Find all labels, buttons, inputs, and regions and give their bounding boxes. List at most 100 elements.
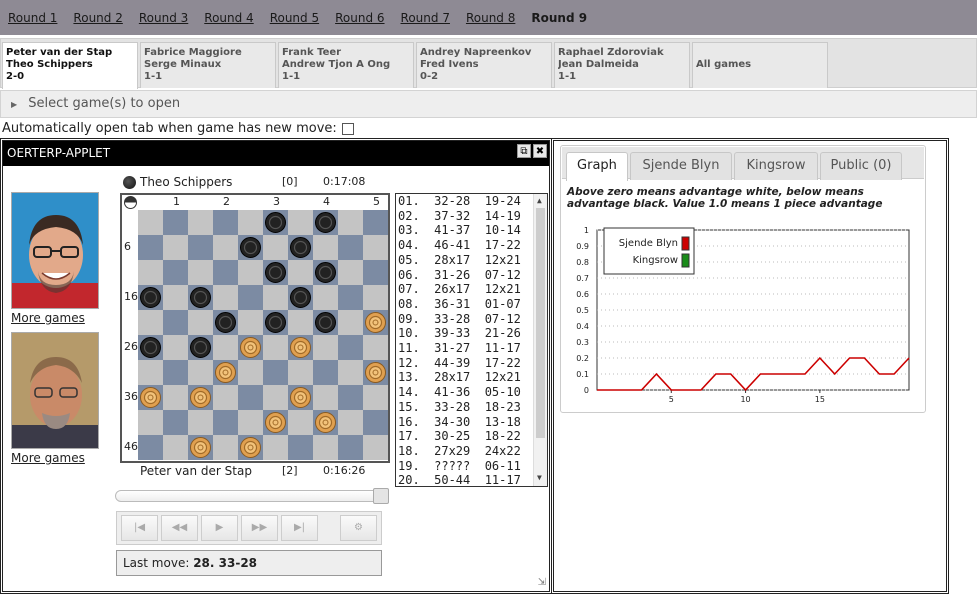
previous-move-button[interactable]: ◀◀ [161, 515, 198, 541]
move-row[interactable]: 19. ????? 06-11 [398, 459, 547, 474]
board-square-dark[interactable] [338, 435, 363, 460]
round-tab-7[interactable]: Round 7 [401, 11, 450, 25]
black-piece[interactable] [315, 262, 336, 283]
board-square-dark[interactable] [263, 360, 288, 385]
board-square-dark[interactable] [338, 285, 363, 310]
white-piece[interactable] [240, 337, 261, 358]
board-square-dark[interactable] [288, 435, 313, 460]
white-piece[interactable] [140, 387, 161, 408]
white-piece[interactable] [265, 412, 286, 433]
game-tab-2[interactable]: Fabrice Maggiore Serge Minaux 1-1 [140, 42, 276, 88]
play-button[interactable]: ▶ [201, 515, 238, 541]
board-square-dark[interactable] [338, 385, 363, 410]
white-piece[interactable] [215, 362, 236, 383]
board-square-dark[interactable] [363, 210, 388, 235]
board-square-dark[interactable] [213, 260, 238, 285]
black-piece[interactable] [315, 212, 336, 233]
move-row[interactable]: 13. 28x17 12x21 [398, 370, 547, 385]
move-row[interactable]: 15. 33-28 18-23 [398, 400, 547, 415]
move-row[interactable]: 03. 41-37 10-14 [398, 223, 547, 238]
move-row[interactable]: 20. 50-44 11-17 [398, 473, 547, 486]
more-games-link-white[interactable]: More games [11, 451, 85, 465]
graph-tab-2[interactable]: Sjende Blyn [630, 152, 732, 180]
more-games-link-black[interactable]: More games [11, 311, 85, 325]
black-piece[interactable] [290, 287, 311, 308]
black-piece[interactable] [215, 312, 236, 333]
move-slider[interactable] [115, 488, 389, 504]
black-piece[interactable] [265, 212, 286, 233]
game-tab-6[interactable]: All games [692, 42, 828, 88]
white-piece[interactable] [365, 362, 386, 383]
board-square-dark[interactable] [363, 410, 388, 435]
black-piece[interactable] [140, 287, 161, 308]
white-piece[interactable] [190, 437, 211, 458]
graph-tab-3[interactable]: Kingsrow [734, 152, 818, 180]
board-square-dark[interactable] [163, 210, 188, 235]
move-row[interactable]: 05. 28x17 12x21 [398, 253, 547, 268]
board-square-dark[interactable] [138, 235, 163, 260]
black-piece[interactable] [190, 337, 211, 358]
board-square-dark[interactable] [213, 210, 238, 235]
round-tab-9[interactable]: Round 9 [531, 11, 587, 25]
board-square-dark[interactable] [363, 260, 388, 285]
game-tab-1[interactable]: Peter van der Stap Theo Schippers 2-0 [2, 42, 138, 89]
black-piece[interactable] [190, 287, 211, 308]
move-row[interactable]: 16. 34-30 13-18 [398, 415, 547, 430]
round-tab-2[interactable]: Round 2 [73, 11, 122, 25]
white-piece[interactable] [290, 387, 311, 408]
black-piece[interactable] [315, 312, 336, 333]
board-square-dark[interactable] [163, 360, 188, 385]
last-move-button[interactable]: ▶| [281, 515, 318, 541]
resize-grip-icon[interactable]: ⇲ [538, 577, 546, 588]
move-row[interactable]: 01. 32-28 19-24 [398, 194, 547, 209]
scroll-down-icon[interactable]: ▼ [537, 471, 542, 486]
scrollbar-thumb[interactable] [536, 208, 545, 438]
white-piece[interactable] [290, 337, 311, 358]
game-tab-4[interactable]: Andrey Napreenkov Fred Ivens 0-2 [416, 42, 552, 88]
move-row[interactable]: 10. 39-33 21-26 [398, 326, 547, 341]
move-list-scrollbar[interactable]: ▲ ▼ [533, 194, 547, 486]
round-tab-8[interactable]: Round 8 [466, 11, 515, 25]
move-row[interactable]: 11. 31-27 11-17 [398, 341, 547, 356]
board-square-dark[interactable] [213, 410, 238, 435]
move-slider-handle[interactable] [373, 488, 389, 504]
board-square-dark[interactable] [238, 285, 263, 310]
move-row[interactable]: 08. 36-31 01-07 [398, 297, 547, 312]
round-tab-1[interactable]: Round 1 [8, 11, 57, 25]
close-icon[interactable]: ✖ [533, 144, 547, 158]
auto-open-checkbox[interactable] [341, 122, 354, 135]
black-piece[interactable] [265, 312, 286, 333]
move-row[interactable]: 07. 26x17 12x21 [398, 282, 547, 297]
board-square-dark[interactable] [163, 410, 188, 435]
round-tab-5[interactable]: Round 5 [270, 11, 319, 25]
scroll-up-icon[interactable]: ▲ [537, 194, 542, 209]
black-piece[interactable] [240, 237, 261, 258]
board-square-dark[interactable] [238, 385, 263, 410]
graph-tab-4[interactable]: Public (0) [820, 152, 902, 180]
white-piece[interactable] [365, 312, 386, 333]
settings-gear-icon[interactable]: ⚙ [340, 515, 377, 541]
move-row[interactable]: 18. 27x29 24x22 [398, 444, 547, 459]
board-square-dark[interactable] [313, 360, 338, 385]
board-square-dark[interactable] [163, 260, 188, 285]
popout-icon[interactable]: ⧉ [517, 144, 531, 158]
round-tab-4[interactable]: Round 4 [204, 11, 253, 25]
round-tab-3[interactable]: Round 3 [139, 11, 188, 25]
move-row[interactable]: 04. 46-41 17-22 [398, 238, 547, 253]
board-square-dark[interactable] [188, 235, 213, 260]
black-piece[interactable] [265, 262, 286, 283]
first-move-button[interactable]: |◀ [121, 515, 158, 541]
round-tab-6[interactable]: Round 6 [335, 11, 384, 25]
move-row[interactable]: 14. 41-36 05-10 [398, 385, 547, 400]
move-row[interactable]: 12. 44-39 17-22 [398, 356, 547, 371]
white-piece[interactable] [240, 437, 261, 458]
move-row[interactable]: 09. 33-28 07-12 [398, 312, 547, 327]
draughts-board[interactable] [138, 210, 388, 460]
black-piece[interactable] [290, 237, 311, 258]
game-tab-5[interactable]: Raphael Zdoroviak Jean Dalmeida 1-1 [554, 42, 690, 88]
next-move-button[interactable]: ▶▶ [241, 515, 278, 541]
white-piece[interactable] [190, 387, 211, 408]
game-tab-3[interactable]: Frank Teer Andrew Tjon A Ong 1-1 [278, 42, 414, 88]
board-square-dark[interactable] [138, 435, 163, 460]
graph-tab-1[interactable]: Graph [566, 152, 628, 181]
